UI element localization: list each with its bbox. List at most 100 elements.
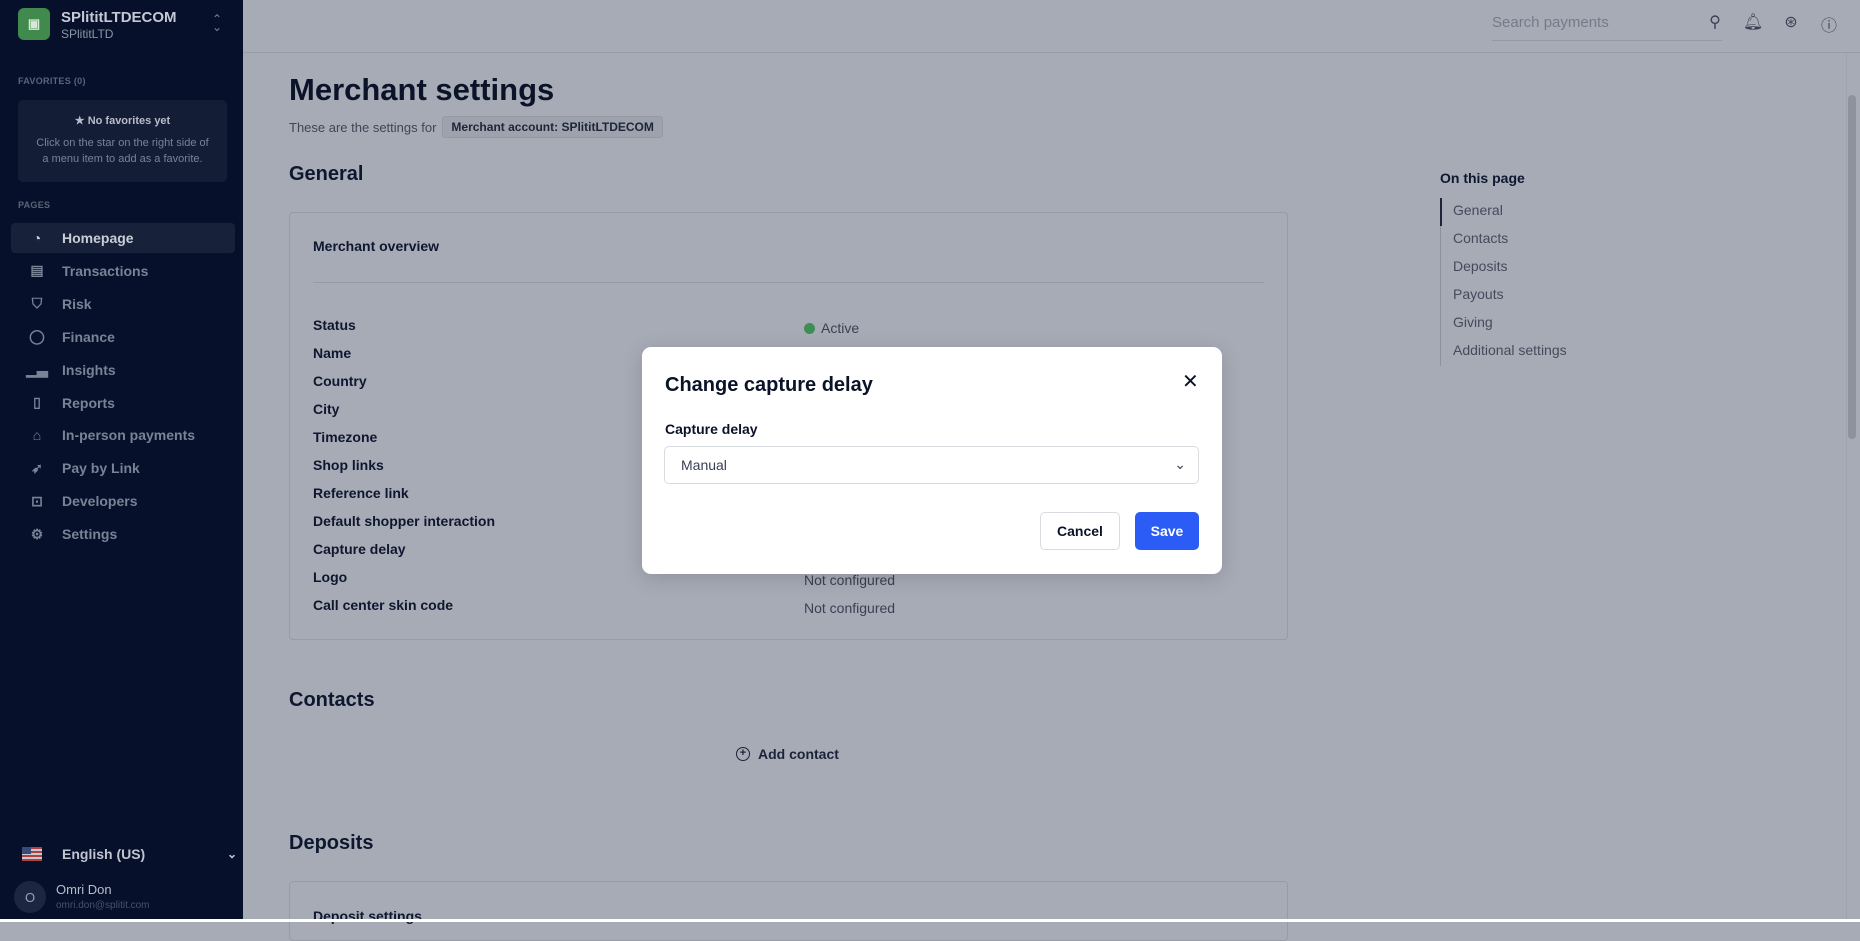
bar-chart-icon: ▁▃ <box>26 361 48 378</box>
scrollbar-thumb[interactable] <box>1848 95 1856 439</box>
change-capture-delay-modal: Change capture delay ✕ Capture delay Man… <box>642 347 1222 574</box>
selected-value: Manual <box>681 457 727 473</box>
sidebar-item-pay-by-link[interactable]: ➶ Pay by Link <box>11 453 235 483</box>
sidebar-item-developers[interactable]: ⊡ Developers <box>11 486 235 516</box>
save-button[interactable]: Save <box>1135 512 1199 550</box>
status-dot-icon <box>804 323 815 334</box>
sidebar-item-label: In-person payments <box>62 427 196 444</box>
divider <box>313 282 1264 283</box>
row-label: Country <box>313 373 367 389</box>
account-company: SPlititLTD <box>61 27 114 41</box>
toc-item[interactable]: Giving <box>1453 314 1493 330</box>
chevron-down-icon: ⌄ <box>226 847 237 861</box>
row-label: City <box>313 401 340 417</box>
account-name[interactable]: SPlititLTDECOM <box>61 9 177 26</box>
sidebar-item-reports[interactable]: ▯ Reports <box>11 388 235 418</box>
search-input[interactable]: Search payments <box>1492 8 1722 41</box>
chevron-down-icon: ⌄ <box>1174 456 1186 472</box>
sidebar-item-transactions[interactable]: ▤ Transactions <box>11 256 235 286</box>
row-label: Timezone <box>313 429 378 445</box>
row-label: Name <box>313 345 352 361</box>
language-label: English (US) <box>62 846 146 862</box>
sidebar: ▣ SPlititLTDECOM SPlititLTD ⌃ ⌄ FAVORITES… <box>0 0 243 919</box>
sidebar-item-in-person-payments[interactable]: ⌂ In-person payments <box>11 420 235 450</box>
favorites-empty: ★ No favorites yet Click on the star on … <box>18 100 227 182</box>
search-icon[interactable]: ⚲ <box>1704 12 1726 34</box>
toc-item[interactable]: Deposits <box>1453 258 1507 274</box>
sidebar-item-label: Transactions <box>62 262 149 279</box>
row-value: Not configured <box>804 572 896 588</box>
favorites-empty-desc: Click on the star on the right side of a… <box>36 137 209 165</box>
status-badge: Active <box>821 320 860 336</box>
gear-icon: ⚙ <box>30 525 44 542</box>
row-label: Logo <box>313 569 348 585</box>
favorites-empty-title: No favorites yet <box>87 115 171 127</box>
plus-circle-icon: + <box>736 747 750 761</box>
row-label: Shop links <box>313 457 384 473</box>
pages-label: PAGES <box>18 200 51 210</box>
add-contact-label: Add contact <box>758 746 839 762</box>
sidebar-item-label: Homepage <box>62 230 134 246</box>
sidebar-item-label: Reports <box>62 394 115 411</box>
row-value: Active <box>804 320 859 336</box>
gauge-icon: ◔ <box>32 230 42 246</box>
user-name: Omri Don <box>56 882 112 897</box>
bell-icon[interactable]: 🔔︎ <box>1742 12 1764 34</box>
row-label: Capture delay <box>313 541 406 557</box>
subtitle-text: These are the settings for <box>289 119 437 135</box>
merchant-overview-title: Merchant overview <box>313 238 440 254</box>
page-title: Merchant settings <box>289 72 555 107</box>
avatar[interactable]: O <box>14 881 46 913</box>
sidebar-item-label: Risk <box>62 295 92 312</box>
sidebar-item-settings[interactable]: ⚙ Settings <box>11 519 235 549</box>
modal-title: Change capture delay <box>665 374 873 396</box>
scrollbar-track <box>1846 53 1847 919</box>
store-icon: ⌂ <box>32 427 42 444</box>
sidebar-item-label: Insights <box>62 361 116 378</box>
cancel-button[interactable]: Cancel <box>1040 512 1120 550</box>
toc-item[interactable]: Additional settings <box>1453 342 1567 358</box>
toc-item[interactable]: General <box>1453 202 1503 218</box>
terminal-icon: ⊡ <box>31 492 43 509</box>
sidebar-item-insights[interactable]: ▁▃ Insights <box>11 355 235 385</box>
account-switch-icon[interactable]: ⌃ ⌄ <box>212 13 222 33</box>
document-icon: ▯ <box>33 394 41 410</box>
sidebar-item-label: Finance <box>62 328 115 345</box>
contacts-heading: Contacts <box>289 689 375 711</box>
toc-title: On this page <box>1440 170 1525 186</box>
capture-delay-label: Capture delay <box>665 421 758 437</box>
user-email: omri.don@splitit.com <box>56 900 150 911</box>
toc-item[interactable]: Payouts <box>1453 286 1504 302</box>
sidebar-item-homepage[interactable]: ◔ Homepage <box>11 223 235 253</box>
row-label: Default shopper interaction <box>313 513 496 529</box>
toc-active-indicator <box>1440 198 1442 226</box>
deposits-heading: Deposits <box>289 832 374 854</box>
shield-icon: ⛉ <box>31 295 43 312</box>
row-value: Not configured <box>804 600 896 616</box>
lifebuoy-icon[interactable]: ⊛ <box>1780 12 1802 34</box>
language-selector[interactable]: English (US) ⌄ <box>22 846 237 862</box>
row-label: Status <box>313 317 356 333</box>
toc-item[interactable]: Contacts <box>1453 230 1508 246</box>
table-icon: ▤ <box>30 262 44 279</box>
us-flag-icon <box>22 847 42 861</box>
page-subtitle: These are the settings for Merchant accou… <box>289 116 663 138</box>
sidebar-item-label: Developers <box>62 493 138 510</box>
star-icon: ★ <box>74 115 88 127</box>
close-icon[interactable]: ✕ <box>1182 369 1199 394</box>
general-heading: General <box>289 163 364 185</box>
account-logo: ▣ <box>18 8 50 40</box>
capture-delay-select[interactable]: Manual ⌄ <box>664 446 1199 484</box>
row-label: Call center skin code <box>313 597 454 613</box>
deposit-settings-card <box>289 881 1288 941</box>
account-chip: Merchant account: SPlititLTDECOM <box>442 116 663 138</box>
help-icon[interactable]: ⓘ <box>1818 12 1840 35</box>
coins-icon: ◯ <box>29 328 45 345</box>
row-label: Reference link <box>313 485 409 501</box>
sidebar-item-risk[interactable]: ⛉ Risk <box>11 289 235 319</box>
sidebar-item-finance[interactable]: ◯ Finance <box>11 322 235 352</box>
add-contact-button[interactable]: + Add contact <box>736 746 839 762</box>
sidebar-item-label: Settings <box>62 526 118 543</box>
toc-list: General Contacts Deposits Payouts Giving Addi… <box>1440 198 1620 366</box>
favorites-label: FAVORITES (0) <box>18 76 86 86</box>
